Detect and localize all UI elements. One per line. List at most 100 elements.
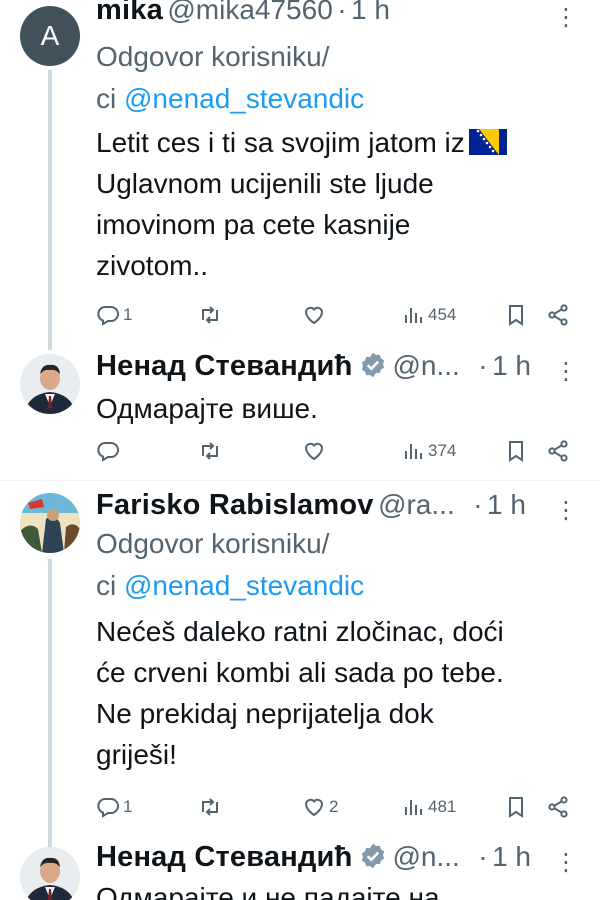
avatar-letter: A (40, 20, 60, 51)
reply-icon (97, 442, 119, 462)
tweet-text-line: Letit ces i ti sa svojim jatom iz (96, 127, 465, 158)
views-count: 374 (428, 441, 457, 460)
verified-icon (361, 352, 384, 378)
reply-icon (97, 798, 119, 818)
like-icon (304, 306, 324, 325)
bookmark-button[interactable] (504, 436, 528, 466)
like-count: 2 (329, 797, 339, 816)
views-count: 454 (428, 305, 457, 324)
bookmark-icon (509, 305, 523, 326)
author-name[interactable]: mika (96, 0, 163, 26)
avatar[interactable] (20, 354, 80, 414)
author-name[interactable]: Ненад Стевандић (96, 841, 353, 873)
reply-icon (97, 306, 119, 326)
timestamp[interactable]: 1 h (492, 841, 531, 872)
like-button[interactable]: 2 (302, 792, 338, 822)
tweet-text-line: griješi! (96, 739, 177, 770)
author-handle[interactable]: @n... (393, 841, 460, 872)
reply-count: 1 (123, 305, 133, 324)
like-icon (304, 442, 324, 461)
avatar[interactable] (20, 493, 80, 553)
views-button[interactable]: 374 (401, 436, 456, 466)
author-handle[interactable]: @ra... (378, 489, 455, 520)
share-icon (548, 440, 568, 462)
reply-prefix-2: ci (96, 83, 124, 114)
tweet-text-line: zivotom.. (96, 250, 209, 281)
tweet-text-line: Nećeš daleko ratni zločinac, doći (96, 616, 504, 647)
like-button[interactable] (302, 300, 326, 330)
mention-link[interactable]: @nenad_stevandic (124, 570, 364, 601)
tweet-farisko[interactable]: Farisko Rabislamov @ra... · 1 h ⋮ Odgovo… (0, 481, 600, 849)
avatar[interactable]: A (20, 6, 80, 66)
tweet-header: Ненад Стевандић @n... · 1 h (96, 841, 584, 881)
retweet-icon (202, 442, 218, 460)
views-button[interactable]: 481 (401, 792, 456, 822)
more-icon[interactable]: ⋮ (554, 6, 578, 30)
share-button[interactable] (546, 436, 570, 466)
bosnia-flag-icon (468, 129, 507, 155)
reply-button[interactable]: 1 (96, 300, 132, 330)
like-button[interactable] (302, 436, 326, 466)
action-bar: 374 (96, 436, 580, 466)
tweet-text-line: Одмарајте и не падајте на (96, 882, 440, 900)
avatar[interactable] (20, 847, 80, 900)
author-handle[interactable]: @mika47560 (167, 0, 332, 25)
tweet-text-line: imovinom pa cete kasnije (96, 209, 411, 240)
tweet-text-line: Uglavnom ucijenili ste ljude (96, 168, 434, 199)
reply-button[interactable]: 1 (96, 792, 132, 822)
timestamp[interactable]: 1 h (492, 350, 531, 381)
more-icon[interactable]: ⋮ (554, 499, 578, 523)
tweet-text: Nećeš daleko ratni zločinac, doći će crv… (96, 611, 576, 775)
separator-dot: · (337, 0, 347, 25)
more-icon[interactable]: ⋮ (554, 360, 578, 384)
tweet-reply-nenad-2[interactable]: Ненад Стевандић @n... · 1 h ⋮ Одмарајте и… (0, 831, 600, 900)
retweet-button[interactable] (198, 300, 222, 330)
timestamp[interactable]: 1 h (487, 489, 526, 520)
tweet-text: Одмарајте и не падајте на (96, 877, 576, 900)
tweet-mika[interactable]: A mika @mika47560 · 1 h ⋮ Odgovor korisn… (0, 0, 600, 350)
bookmark-button[interactable] (504, 792, 528, 822)
thread-line (48, 559, 52, 849)
tweet-reply-nenad[interactable]: Ненад Стевандић @n... · 1 h ⋮ Одмарајте в… (0, 340, 600, 480)
timestamp[interactable]: 1 h (351, 0, 390, 25)
more-icon[interactable]: ⋮ (554, 851, 578, 875)
tweet-header: mika @mika47560 · 1 h (96, 0, 584, 34)
tweet-header: Ненад Стевандић @n... · 1 h (96, 350, 584, 390)
reply-button[interactable] (96, 436, 120, 466)
avatar-photo (20, 354, 80, 414)
bookmark-icon (509, 797, 523, 818)
tweet-text-line: Ne prekidaj neprijatelja dok (96, 698, 434, 729)
author-name[interactable]: Farisko Rabislamov (96, 489, 374, 521)
views-icon (405, 444, 422, 459)
reply-prefix-2: ci (96, 570, 124, 601)
reply-prefix: Odgovor korisniku/ (96, 41, 330, 72)
reply-context: Odgovor korisniku/ ci @nenad_stevandic (96, 36, 576, 120)
views-count: 481 (428, 797, 457, 816)
verified-icon (361, 843, 384, 869)
separator-dot: · (478, 350, 488, 381)
like-icon (304, 798, 324, 817)
share-button[interactable] (546, 300, 570, 330)
avatar-photo (20, 493, 80, 553)
share-icon (548, 796, 568, 818)
author-handle[interactable]: @n... (393, 350, 460, 381)
mention-link[interactable]: @nenad_stevandic (124, 83, 364, 114)
views-icon (405, 308, 422, 323)
share-button[interactable] (546, 792, 570, 822)
retweet-button[interactable] (198, 436, 222, 466)
separator-dot: · (473, 489, 483, 520)
views-button[interactable]: 454 (401, 300, 456, 330)
tweet-text-line: će crveni kombi ali sada po tebe. (96, 657, 504, 688)
tweet-text: Letit ces i ti sa svojim jatom iz Uglavn… (96, 122, 576, 286)
share-icon (548, 304, 568, 326)
action-bar: 1 2 481 (96, 792, 580, 822)
author-name[interactable]: Ненад Стевандић (96, 350, 353, 382)
retweet-icon (202, 798, 218, 816)
action-bar: 1 454 (96, 300, 580, 330)
separator-dot: · (478, 841, 488, 872)
reply-context: Odgovor korisniku/ ci @nenad_stevandic (96, 523, 576, 607)
retweet-button[interactable] (198, 792, 222, 822)
reply-prefix: Odgovor korisniku/ (96, 528, 330, 559)
retweet-icon (202, 306, 218, 324)
bookmark-button[interactable] (504, 300, 528, 330)
